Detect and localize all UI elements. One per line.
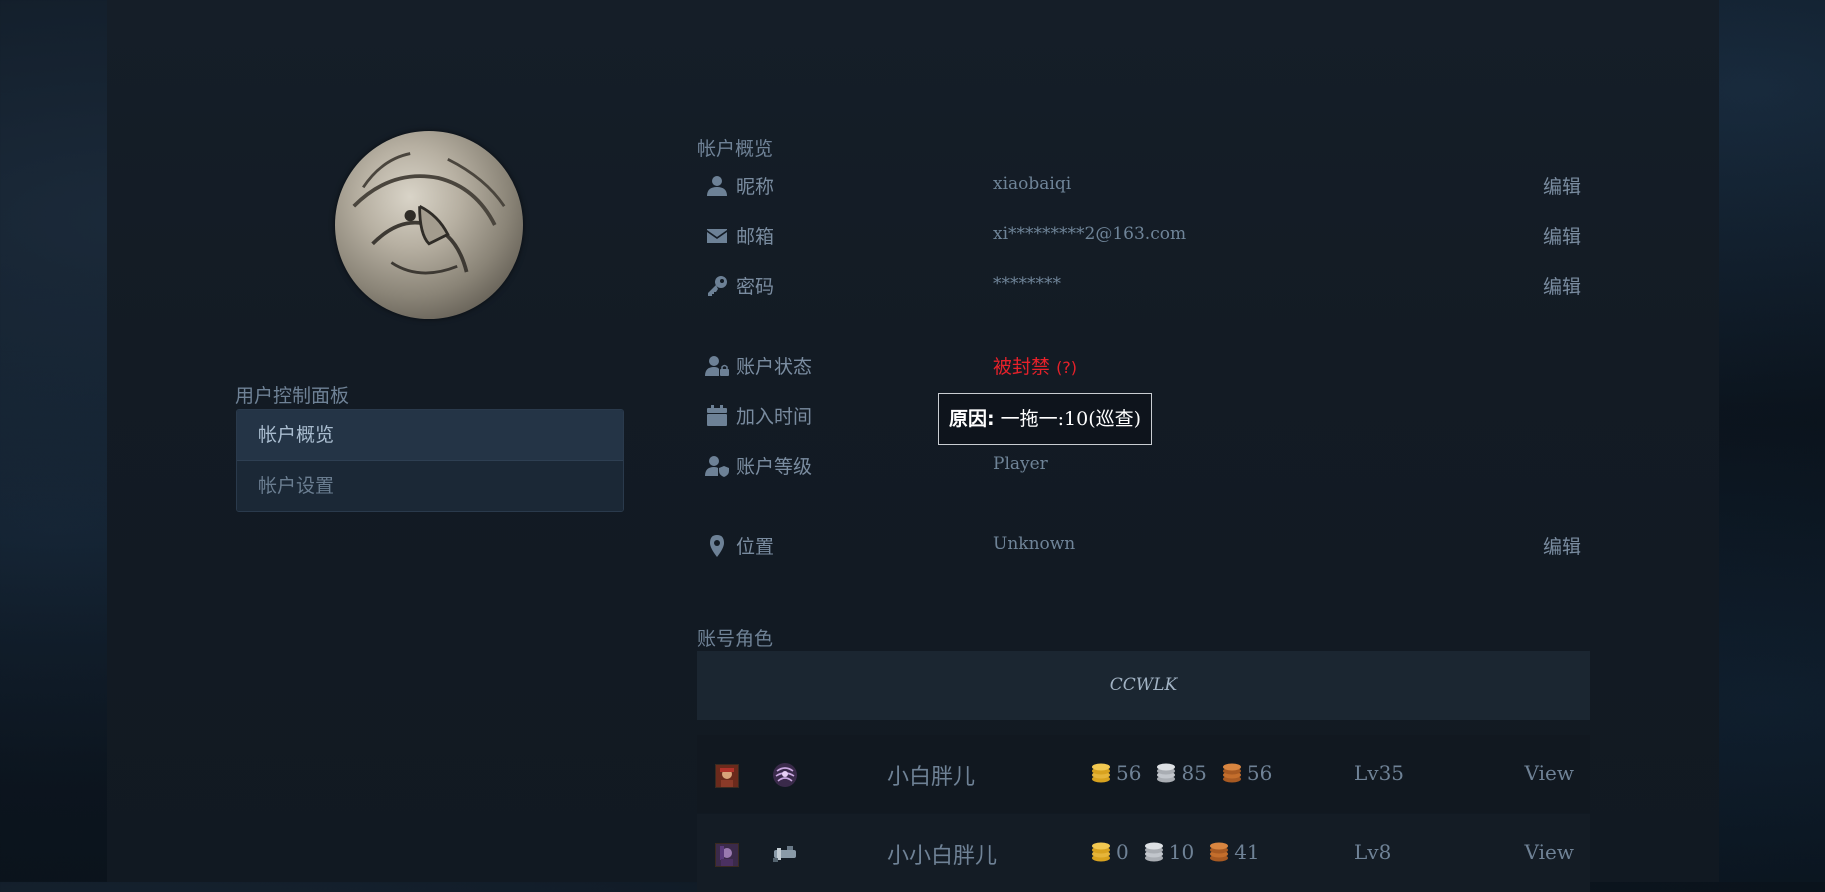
edit-email-button[interactable]: 编辑: [1543, 222, 1581, 249]
silver-amount: 10: [1168, 840, 1195, 864]
status-row: 账户状态 被封禁 (?): [705, 346, 1581, 386]
calendar-icon: [705, 404, 729, 428]
edit-password-button[interactable]: 编辑: [1543, 272, 1581, 299]
realm-header: CCWLK: [697, 651, 1590, 720]
level-label: 账户等级: [736, 456, 813, 478]
gold-amount: 0: [1116, 840, 1129, 864]
level-value: Player: [993, 454, 1048, 474]
email-label: 邮箱: [736, 226, 775, 248]
joined-label: 加入时间: [736, 406, 813, 428]
email-value: xi*********2@163.com: [993, 224, 1187, 244]
user-icon: [705, 174, 729, 198]
gold-coin-icon: [1090, 762, 1112, 784]
nickname-row: 昵称 xiaobaiqi 编辑: [705, 166, 1581, 206]
status-help-link[interactable]: (?): [1056, 358, 1077, 377]
nickname-value: xiaobaiqi: [993, 174, 1072, 194]
location-value: Unknown: [993, 534, 1076, 554]
user-lock-icon: [705, 354, 729, 378]
copper-amount: 56: [1246, 761, 1273, 785]
copper-coin-icon: [1221, 762, 1243, 784]
silver-coin-icon: [1155, 762, 1177, 784]
email-row: 邮箱 xi*********2@163.com 编辑: [705, 216, 1581, 256]
sidebar-item-account-overview[interactable]: 帐户概览: [237, 410, 623, 461]
characters-title: 账号角色: [697, 628, 774, 650]
gold-amount: 56: [1116, 761, 1142, 785]
map-marker-icon: [705, 534, 729, 558]
location-row: 位置 Unknown 编辑: [705, 526, 1581, 566]
character-money: 0 10 41: [1090, 840, 1260, 864]
view-character-button[interactable]: View: [1525, 840, 1574, 864]
edit-nickname-button[interactable]: 编辑: [1543, 172, 1581, 199]
level-row: 账户等级 Player: [705, 446, 1581, 486]
character-row[interactable]: 小小白胖儿 0 10 41 Lv8 View: [697, 814, 1590, 892]
character-name: 小白胖儿: [887, 765, 976, 790]
race-icon: [715, 764, 739, 788]
copper-coin-icon: [1208, 841, 1230, 863]
copper-amount: 41: [1234, 840, 1260, 864]
ban-reason-tooltip: 原因: 一拖一:10(巡查): [938, 393, 1153, 445]
status-value: 被封禁 (?): [993, 352, 1077, 379]
avatar: [335, 131, 523, 319]
password-row: 密码 ******** 编辑: [705, 266, 1581, 306]
edit-location-button[interactable]: 编辑: [1543, 532, 1581, 559]
class-icon: [771, 761, 799, 789]
key-icon: [705, 274, 729, 298]
silver-amount: 85: [1181, 761, 1207, 785]
silver-coin-icon: [1143, 841, 1165, 863]
location-label: 位置: [736, 536, 775, 558]
class-icon: [771, 840, 799, 868]
gold-coin-icon: [1090, 841, 1112, 863]
nickname-label: 昵称: [736, 176, 775, 198]
password-value: ********: [993, 274, 1061, 294]
overview-title: 帐户概览: [697, 138, 774, 160]
character-level: Lv35: [1354, 761, 1405, 785]
tooltip-text: 一拖一:10(巡查): [1000, 408, 1142, 430]
user-shield-icon: [705, 454, 729, 478]
character-row[interactable]: 小白胖儿 56 85 56 Lv35 View: [697, 735, 1590, 813]
race-icon: [715, 843, 739, 867]
avatar-portrait: [352, 152, 506, 275]
view-character-button[interactable]: View: [1525, 761, 1574, 785]
sidebar-menu: 帐户概览 帐户设置: [236, 409, 624, 512]
character-name: 小小白胖儿: [887, 844, 998, 869]
sidebar-title: 用户控制面板: [235, 385, 350, 407]
banned-text: 被封禁: [993, 356, 1051, 378]
status-label: 账户状态: [736, 356, 813, 378]
character-money: 56 85 56: [1090, 761, 1272, 785]
envelope-icon: [705, 224, 729, 248]
password-label: 密码: [736, 276, 775, 298]
sidebar-item-account-settings[interactable]: 帐户设置: [237, 461, 623, 511]
character-level: Lv8: [1354, 840, 1392, 864]
tooltip-label: 原因:: [949, 408, 995, 430]
